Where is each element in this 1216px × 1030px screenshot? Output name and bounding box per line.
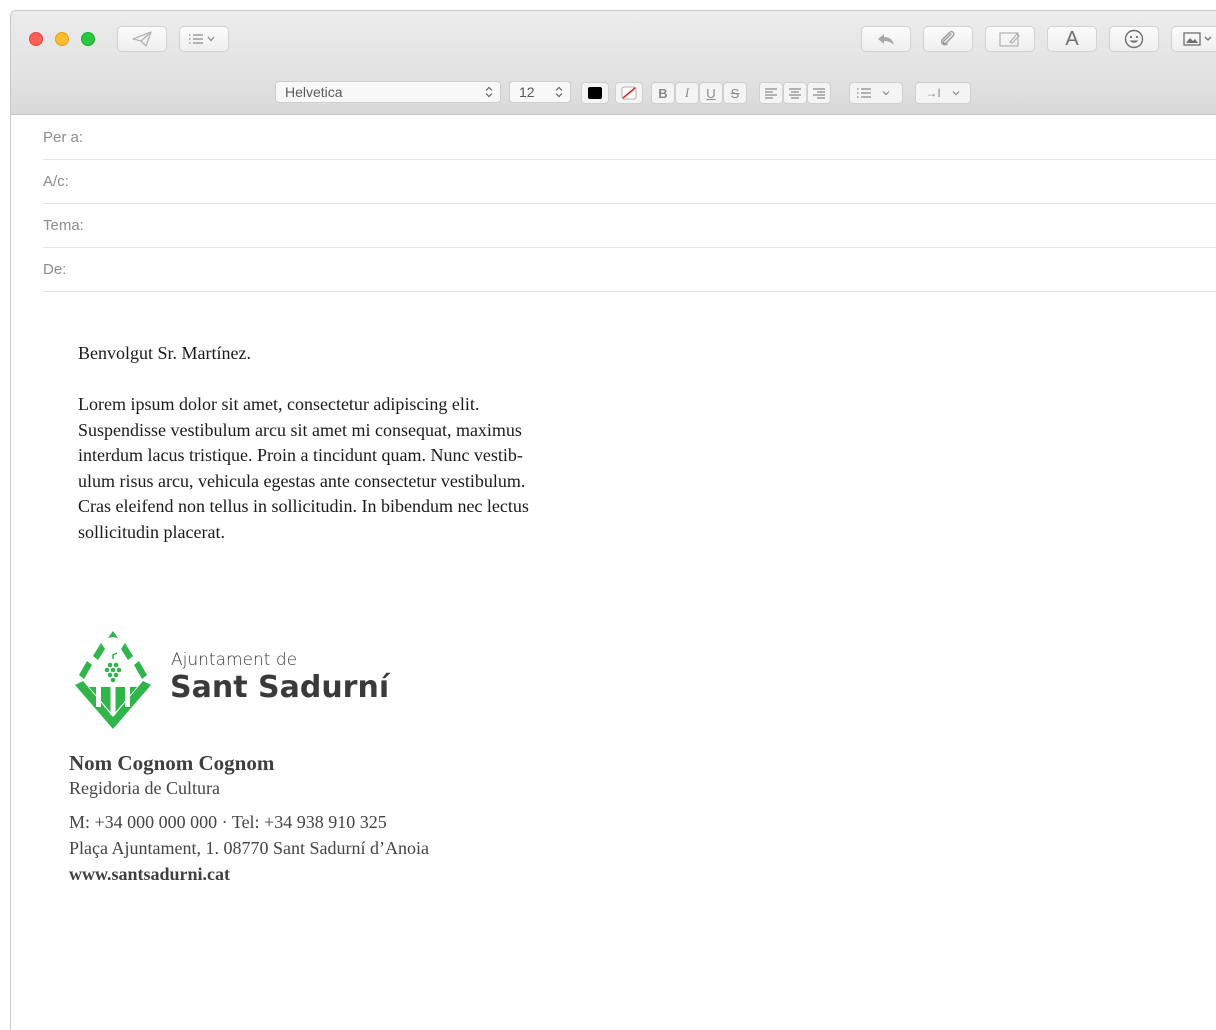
photo-browser-button[interactable]: [1171, 26, 1216, 52]
format-text-icon: A: [1065, 28, 1078, 51]
attach-button[interactable]: [923, 26, 973, 52]
format-bar: [11, 67, 1216, 115]
align-center-button[interactable]: [783, 82, 807, 104]
underline-icon: U: [706, 86, 715, 101]
send-icon: [131, 30, 153, 48]
font-family-value: Helvetica: [276, 84, 343, 100]
signature-address: Plaça Ajuntament, 1. 08770 Sant Sadurní …: [69, 838, 429, 859]
header-fields-button[interactable]: [179, 26, 229, 52]
markup-button[interactable]: [985, 26, 1035, 52]
format-text-button[interactable]: A: [1047, 26, 1097, 52]
signature-name: Nom Cognom Cognom: [69, 751, 274, 776]
paragraph-line: sollicitudin placerat.: [78, 520, 638, 546]
reply-icon: [875, 31, 897, 47]
from-label: De:: [43, 261, 66, 278]
greeting: Benvolgut Sr. Martínez.: [78, 341, 638, 367]
updown-chevron-icon: [554, 86, 564, 98]
paragraph-line: interdum lacus tristique. Proin a tincid…: [78, 443, 638, 469]
indent-select[interactable]: →I: [915, 82, 971, 104]
from-field[interactable]: De:: [43, 247, 1216, 292]
signature-website-link[interactable]: www.santsadurni.cat: [69, 864, 230, 885]
chevron-down-icon: [951, 89, 961, 97]
subject-field[interactable]: Tema:: [43, 203, 1216, 248]
paragraph-line: Cras eleifend non tellus in sollicitudin…: [78, 494, 638, 520]
strikethrough-icon: S: [731, 86, 740, 101]
align-left-button[interactable]: [759, 82, 783, 104]
send-button[interactable]: [117, 26, 167, 52]
italic-button[interactable]: I: [675, 82, 699, 104]
paragraph-line: Lorem ipsum dolor sit amet, consectetur …: [78, 392, 638, 418]
to-label: Per a:: [43, 129, 83, 146]
paragraph-line: Suspendisse vestibulum arcu sit amet mi …: [78, 418, 638, 444]
signature-phones: M: +34 000 000 000 · Tel: +34 938 910 32…: [69, 812, 387, 833]
title-bar: A: [11, 11, 1216, 67]
cc-label: A/c:: [43, 173, 69, 190]
text-color-button[interactable]: [581, 82, 609, 104]
bulleted-list-icon: [856, 87, 896, 99]
ajuntament-logo-icon: [67, 629, 159, 733]
bold-icon: B: [658, 86, 667, 101]
reply-button[interactable]: [861, 26, 911, 52]
updown-chevron-icon: [484, 86, 494, 98]
mail-compose-window: A Helvetica 12 B I U S: [10, 10, 1216, 1030]
signature-department: Regidoria de Cultura: [69, 778, 220, 799]
logo-line-2: Sant Sadurní: [170, 670, 389, 705]
strikethrough-button[interactable]: S: [723, 82, 747, 104]
background-color-button[interactable]: [615, 82, 643, 104]
close-window-button[interactable]: [29, 32, 43, 46]
no-background-color-icon: [621, 86, 637, 100]
subject-label: Tema:: [43, 217, 84, 234]
minimize-window-button[interactable]: [55, 32, 69, 46]
photo-browser-icon: [1180, 30, 1216, 48]
italic-icon: I: [685, 85, 689, 101]
markup-icon: [998, 30, 1022, 48]
indent-icon: →I: [925, 86, 940, 100]
align-left-icon: [764, 87, 778, 99]
font-family-select[interactable]: Helvetica: [275, 81, 501, 103]
logo-line-1: Ajuntament de: [171, 650, 297, 670]
font-size-value: 12: [510, 84, 535, 100]
emoji-icon: [1123, 28, 1145, 50]
underline-button[interactable]: U: [699, 82, 723, 104]
to-field[interactable]: Per a:: [43, 115, 1216, 160]
attachment-icon: [938, 29, 958, 49]
cc-field[interactable]: A/c:: [43, 159, 1216, 204]
header-fields-icon: [187, 32, 221, 46]
paragraph-line: ulum risus arcu, vehicula egestas ante c…: [78, 469, 638, 495]
emoji-button[interactable]: [1109, 26, 1159, 52]
color-swatch-icon: [588, 87, 602, 99]
bold-button[interactable]: B: [651, 82, 675, 104]
message-paragraph: Lorem ipsum dolor sit amet, consectetur …: [78, 392, 638, 545]
align-right-button[interactable]: [807, 82, 831, 104]
align-right-icon: [812, 87, 826, 99]
zoom-window-button[interactable]: [81, 32, 95, 46]
align-center-icon: [788, 87, 802, 99]
list-style-select[interactable]: [849, 82, 903, 104]
font-size-select[interactable]: 12: [509, 81, 571, 103]
